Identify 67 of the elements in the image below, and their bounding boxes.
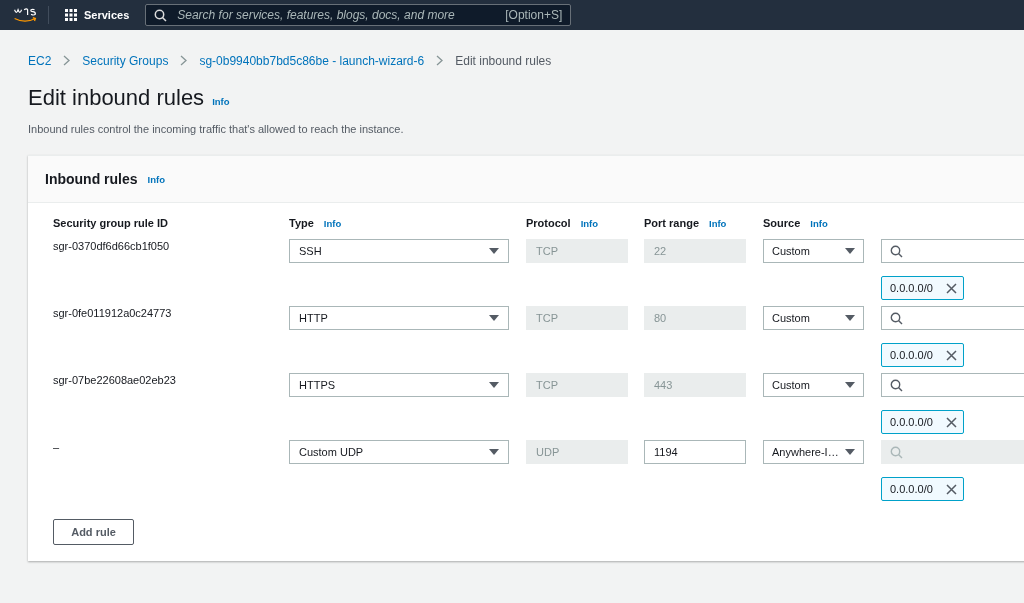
caret-down-icon: [845, 382, 855, 388]
cidr-value: 0.0.0.0/0: [890, 483, 933, 495]
info-link[interactable]: Info: [323, 217, 342, 229]
info-link[interactable]: Info: [810, 217, 828, 229]
protocol-field: UDP: [526, 440, 628, 464]
grid-icon: [65, 9, 77, 21]
close-icon[interactable]: [946, 282, 957, 294]
rule-id: sgr-07be22608ae02eb23: [53, 373, 177, 388]
cidr-value: 0.0.0.0/0: [890, 416, 933, 428]
breadcrumb-link[interactable]: Security Groups: [82, 53, 169, 68]
info-link[interactable]: Info: [147, 173, 165, 185]
page-title: Edit inbound rules: [28, 85, 205, 111]
source-dropdown[interactable]: Custom: [763, 373, 864, 397]
add-rule-button[interactable]: Add rule: [53, 519, 134, 545]
info-link[interactable]: Info: [580, 217, 599, 229]
type-dropdown[interactable]: HTTPS: [289, 373, 509, 397]
close-icon[interactable]: [946, 349, 957, 361]
caret-down-icon: [489, 248, 499, 254]
search-icon: [890, 378, 903, 392]
column-header: Type: [289, 217, 314, 229]
search-icon: [890, 311, 903, 325]
info-link[interactable]: Info: [709, 217, 727, 229]
close-icon[interactable]: [946, 416, 957, 428]
breadcrumb-current: Edit inbound rules: [455, 53, 552, 68]
source-dropdown[interactable]: Custom: [763, 239, 864, 263]
cidr-search-field[interactable]: [881, 239, 1024, 263]
protocol-field: TCP: [526, 306, 628, 330]
caret-down-icon: [845, 449, 855, 455]
protocol-field: TCP: [526, 239, 628, 263]
breadcrumb-link[interactable]: sg-0b9940bb7bd5c86be - launch-wizard-6: [199, 53, 425, 68]
protocol-field: TCP: [526, 373, 628, 397]
services-menu-button[interactable]: Services: [59, 9, 136, 21]
caret-down-icon: [489, 449, 499, 455]
caret-down-icon: [845, 248, 855, 254]
close-icon[interactable]: [946, 483, 957, 495]
type-dropdown[interactable]: HTTP: [289, 306, 509, 330]
caret-down-icon: [489, 382, 499, 388]
type-dropdown[interactable]: SSH: [289, 239, 509, 263]
column-header: Security group rule ID: [53, 217, 168, 229]
page-description: Inbound rules control the incoming traffic that's allowed to reach the instance.: [28, 123, 405, 135]
rule-id: –: [53, 440, 61, 455]
cidr-value: 0.0.0.0/0: [890, 349, 933, 361]
rule-id: sgr-0370df6d66cb1f050: [53, 239, 171, 254]
chevron-right-icon: [180, 55, 188, 66]
search-icon: [890, 244, 903, 258]
cidr-value: 0.0.0.0/0: [890, 282, 933, 294]
source-dropdown[interactable]: Custom: [763, 306, 864, 330]
caret-down-icon: [845, 315, 855, 321]
source-dropdown[interactable]: Anywhere-I…: [763, 440, 864, 464]
info-link[interactable]: Info: [212, 96, 230, 107]
port-range-field[interactable]: 1194: [644, 440, 746, 464]
chevron-right-icon: [63, 55, 71, 66]
search-icon: [154, 8, 168, 22]
shortcut-hint: [Option+S]: [505, 8, 563, 22]
rule-id: sgr-0fe011912a0c24773: [53, 306, 173, 321]
cidr-search-field[interactable]: [881, 306, 1024, 330]
panel-title: Inbound rules: [45, 171, 138, 187]
breadcrumb-link[interactable]: EC2: [28, 53, 52, 68]
type-dropdown[interactable]: Custom UDP: [289, 440, 509, 464]
column-header: Port range: [644, 217, 699, 229]
cidr-search-field[interactable]: [881, 373, 1024, 397]
column-header: Protocol: [526, 217, 571, 229]
chevron-right-icon: [436, 55, 444, 66]
column-header: Source: [763, 217, 801, 229]
caret-down-icon: [489, 315, 499, 321]
search-field[interactable]: Search for services, features, blogs, docs, and more [Option+S]: [145, 4, 572, 26]
search-icon: [890, 445, 903, 459]
